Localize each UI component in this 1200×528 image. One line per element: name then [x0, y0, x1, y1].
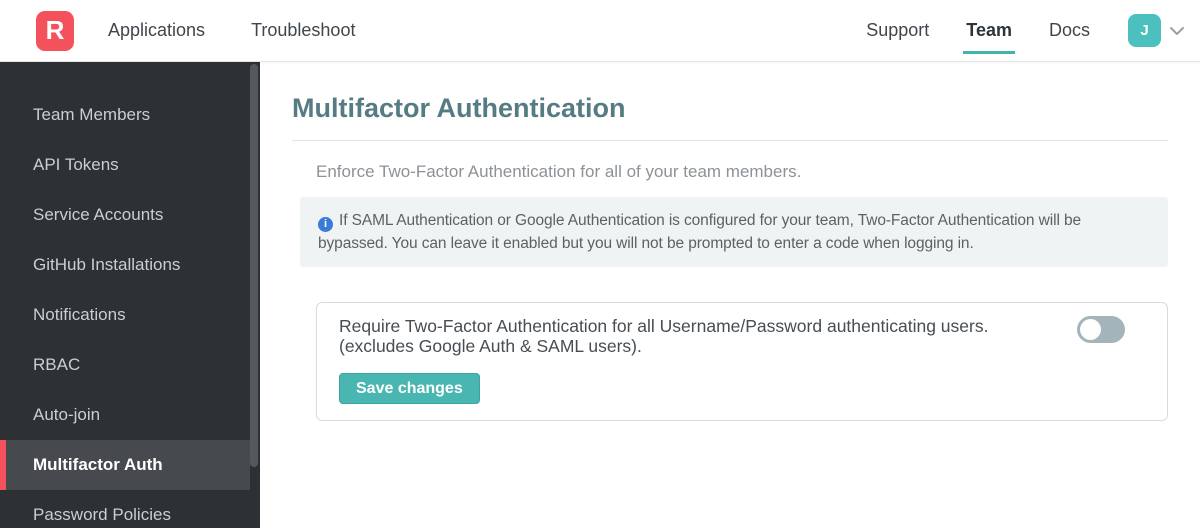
- sidebar-item-notifications[interactable]: Notifications: [0, 290, 250, 340]
- chevron-down-icon[interactable]: [1169, 26, 1185, 36]
- main-content: Multifactor Authentication Enforce Two-F…: [260, 62, 1200, 528]
- nav-troubleshoot[interactable]: Troubleshoot: [251, 0, 355, 62]
- sidebar-item-team-members[interactable]: Team Members: [0, 90, 250, 140]
- user-avatar[interactable]: J: [1128, 14, 1161, 47]
- primary-nav: Applications Troubleshoot: [108, 0, 355, 62]
- sidebar-item-multifactor-auth[interactable]: Multifactor Auth: [0, 440, 250, 490]
- setting-label: Require Two-Factor Authentication for al…: [339, 316, 1145, 356]
- sidebar-item-api-tokens[interactable]: API Tokens: [0, 140, 250, 190]
- save-changes-button[interactable]: Save changes: [339, 373, 480, 404]
- saml-bypass-info-note: i If SAML Authentication or Google Authen…: [300, 197, 1168, 267]
- title-divider: [292, 140, 1168, 141]
- rollbar-logo[interactable]: R: [36, 10, 74, 51]
- setting-label-line1: Require Two-Factor Authentication for al…: [339, 316, 989, 336]
- toggle-knob: [1080, 319, 1101, 340]
- app-body: Team Members API Tokens Service Accounts…: [0, 62, 1200, 528]
- sidebar-menu: Team Members API Tokens Service Accounts…: [0, 62, 260, 528]
- nav-applications[interactable]: Applications: [108, 0, 205, 62]
- page-title: Multifactor Authentication: [292, 93, 626, 123]
- setting-label-line2: (excludes Google Auth & SAML users).: [339, 336, 642, 356]
- secondary-nav: Support Team Docs: [866, 0, 1090, 61]
- mfa-setting-card: Require Two-Factor Authentication for al…: [316, 302, 1168, 421]
- sidebar-item-rbac[interactable]: RBAC: [0, 340, 250, 390]
- logo-letter: R: [45, 15, 65, 45]
- sidebar-scrollbar-thumb[interactable]: [250, 64, 258, 467]
- info-icon: i: [318, 217, 333, 232]
- team-settings-sidebar: Team Members API Tokens Service Accounts…: [0, 62, 260, 528]
- page-subtitle: Enforce Two-Factor Authentication for al…: [316, 162, 802, 181]
- nav-team[interactable]: Team: [963, 0, 1015, 62]
- sidebar-item-github-installations[interactable]: GitHub Installations: [0, 240, 250, 290]
- nav-docs[interactable]: Docs: [1049, 0, 1090, 62]
- require-2fa-toggle[interactable]: [1077, 316, 1125, 343]
- top-navbar: R Applications Troubleshoot Support Team…: [0, 0, 1200, 62]
- sidebar-item-auto-join[interactable]: Auto-join: [0, 390, 250, 440]
- sidebar-item-service-accounts[interactable]: Service Accounts: [0, 190, 250, 240]
- sidebar-item-password-policies[interactable]: Password Policies: [0, 490, 250, 528]
- info-note-text: If SAML Authentication or Google Authent…: [318, 212, 1082, 252]
- nav-support[interactable]: Support: [866, 0, 929, 62]
